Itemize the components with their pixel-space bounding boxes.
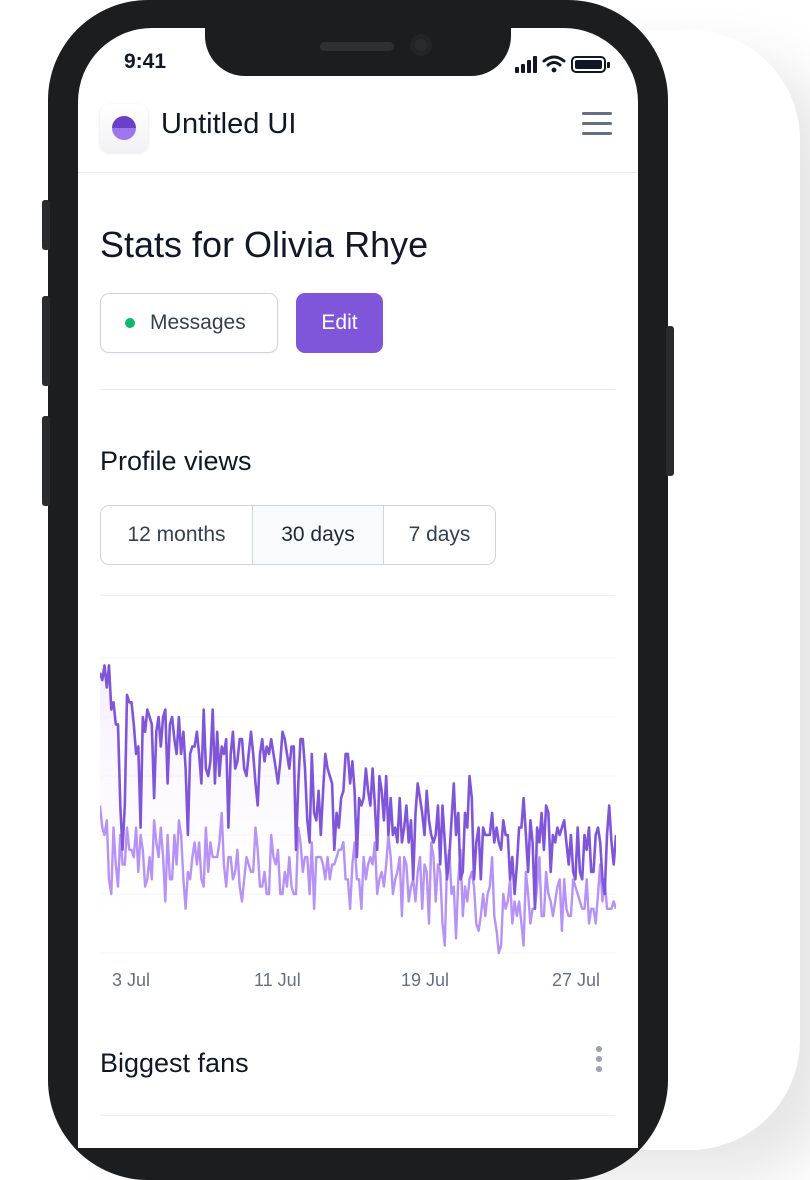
profile-views-title: Profile views	[100, 446, 252, 476]
page-title: Stats for Olivia Rhye	[100, 224, 429, 265]
speaker-grille	[320, 42, 394, 51]
volume-up-button	[42, 296, 50, 386]
app-header: Untitled UI	[78, 94, 638, 173]
x-axis-label: 11 Jul	[254, 970, 301, 990]
section-divider	[100, 1115, 615, 1116]
mute-switch	[42, 200, 50, 250]
battery-icon	[571, 56, 610, 73]
messages-button[interactable]: Messages	[100, 293, 278, 353]
time-range-tabs: 12 months 30 days 7 days	[100, 505, 496, 565]
wifi-icon	[542, 55, 566, 73]
status-icons	[515, 55, 610, 73]
notch	[205, 28, 511, 76]
section-divider	[100, 389, 615, 390]
tab-12-months[interactable]: 12 months	[101, 506, 252, 564]
edit-button[interactable]: Edit	[296, 293, 383, 353]
profile-views-chart	[100, 657, 616, 955]
tab-30-days[interactable]: 30 days	[253, 506, 383, 564]
brand-logo[interactable]	[100, 104, 148, 152]
x-axis-label: 19 Jul	[401, 970, 450, 990]
brand-name: Untitled UI	[161, 108, 297, 140]
online-status-dot-icon	[125, 318, 135, 328]
x-axis-label: 27 Jul	[552, 970, 601, 990]
front-camera	[410, 34, 432, 56]
tab-7-days[interactable]: 7 days	[384, 506, 495, 564]
logo-mark-icon	[112, 116, 136, 140]
phone-screen: 9:41 Untitled UI Stats for Olivia Rhye M…	[78, 28, 638, 1148]
messages-button-label: Messages	[150, 311, 246, 334]
volume-down-button	[42, 416, 50, 506]
section-divider	[100, 595, 615, 596]
more-options-icon[interactable]	[596, 1046, 602, 1072]
x-axis-label: 3 Jul	[112, 970, 151, 990]
status-time: 9:41	[124, 50, 167, 73]
signal-icon	[515, 56, 537, 73]
biggest-fans-title: Biggest fans	[100, 1048, 249, 1078]
power-button	[666, 326, 674, 476]
menu-icon[interactable]	[582, 112, 612, 136]
